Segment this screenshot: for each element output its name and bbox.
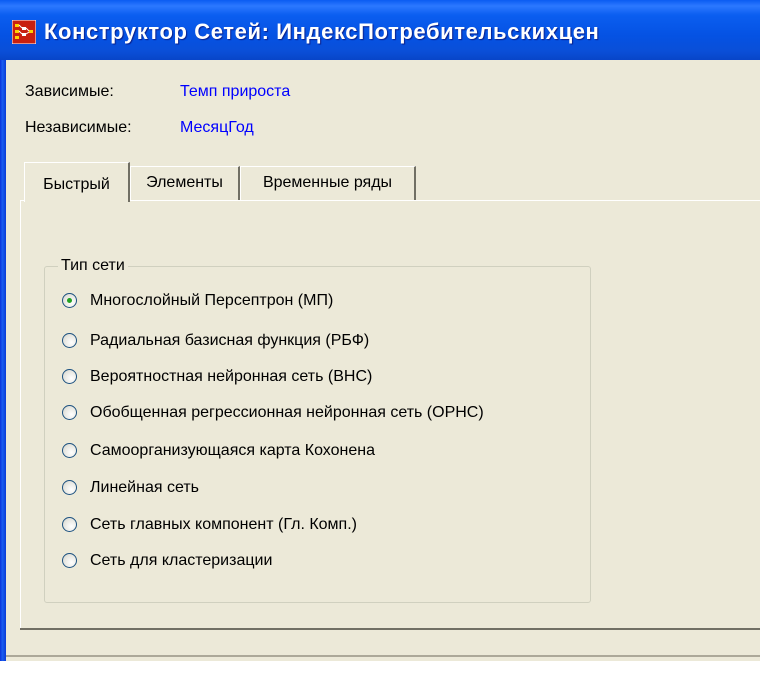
window-bottom-separator — [6, 655, 760, 657]
radio-button[interactable] — [62, 553, 77, 568]
radio-label: Линейная сеть — [90, 479, 199, 496]
tab-elements[interactable]: Элементы — [130, 166, 240, 200]
tab-quick[interactable]: Быстрый — [24, 162, 130, 202]
radio-label: Самоорганизующаяся карта Кохонена — [90, 442, 375, 459]
radio-label: Сеть главных компонент (Гл. Комп.) — [90, 516, 357, 533]
dependent-label: Зависимые: — [25, 83, 114, 100]
tab-time-series[interactable]: Временные ряды — [240, 166, 416, 200]
radio-button[interactable] — [62, 480, 77, 495]
radio-button[interactable] — [62, 517, 77, 532]
radio-label: Радиальная базисная функция (РБФ) — [90, 332, 370, 349]
independent-label: Независимые: — [25, 119, 132, 136]
app-icon — [11, 19, 37, 45]
title-bar[interactable]: Конструктор Сетей: ИндексПотребительских… — [0, 0, 760, 60]
radio-selected-dot — [67, 298, 72, 303]
independent-value[interactable]: МесяцГод — [180, 118, 254, 138]
tab-elements-label: Элементы — [146, 174, 223, 191]
radio-button[interactable] — [62, 443, 77, 458]
tab-quick-label: Быстрый — [43, 176, 110, 193]
tab-strip-line — [20, 200, 760, 201]
tab-panel-bottom-edge — [20, 628, 760, 630]
radio-label: Вероятностная нейронная сеть (ВНС) — [90, 368, 373, 385]
tab-panel-left-edge — [20, 200, 21, 628]
radio-button[interactable] — [62, 333, 77, 348]
network-builder-window: Конструктор Сетей: ИндексПотребительских… — [0, 0, 760, 661]
window-title: Конструктор Сетей: ИндексПотребительских… — [44, 19, 600, 44]
radio-label: Сеть для кластеризации — [90, 552, 273, 569]
window-left-border — [0, 0, 6, 661]
radio-button[interactable] — [62, 293, 77, 308]
radio-label: Многослойный Персептрон (МП) — [90, 292, 334, 309]
dependent-value[interactable]: Темп прироста — [180, 82, 290, 102]
network-type-group-title: Тип сети — [58, 256, 128, 276]
radio-button[interactable] — [62, 405, 77, 420]
tab-time-series-label: Временные ряды — [262, 174, 393, 191]
radio-button[interactable] — [62, 369, 77, 384]
radio-label: Обобщенная регрессионная нейронная сеть … — [90, 404, 484, 421]
